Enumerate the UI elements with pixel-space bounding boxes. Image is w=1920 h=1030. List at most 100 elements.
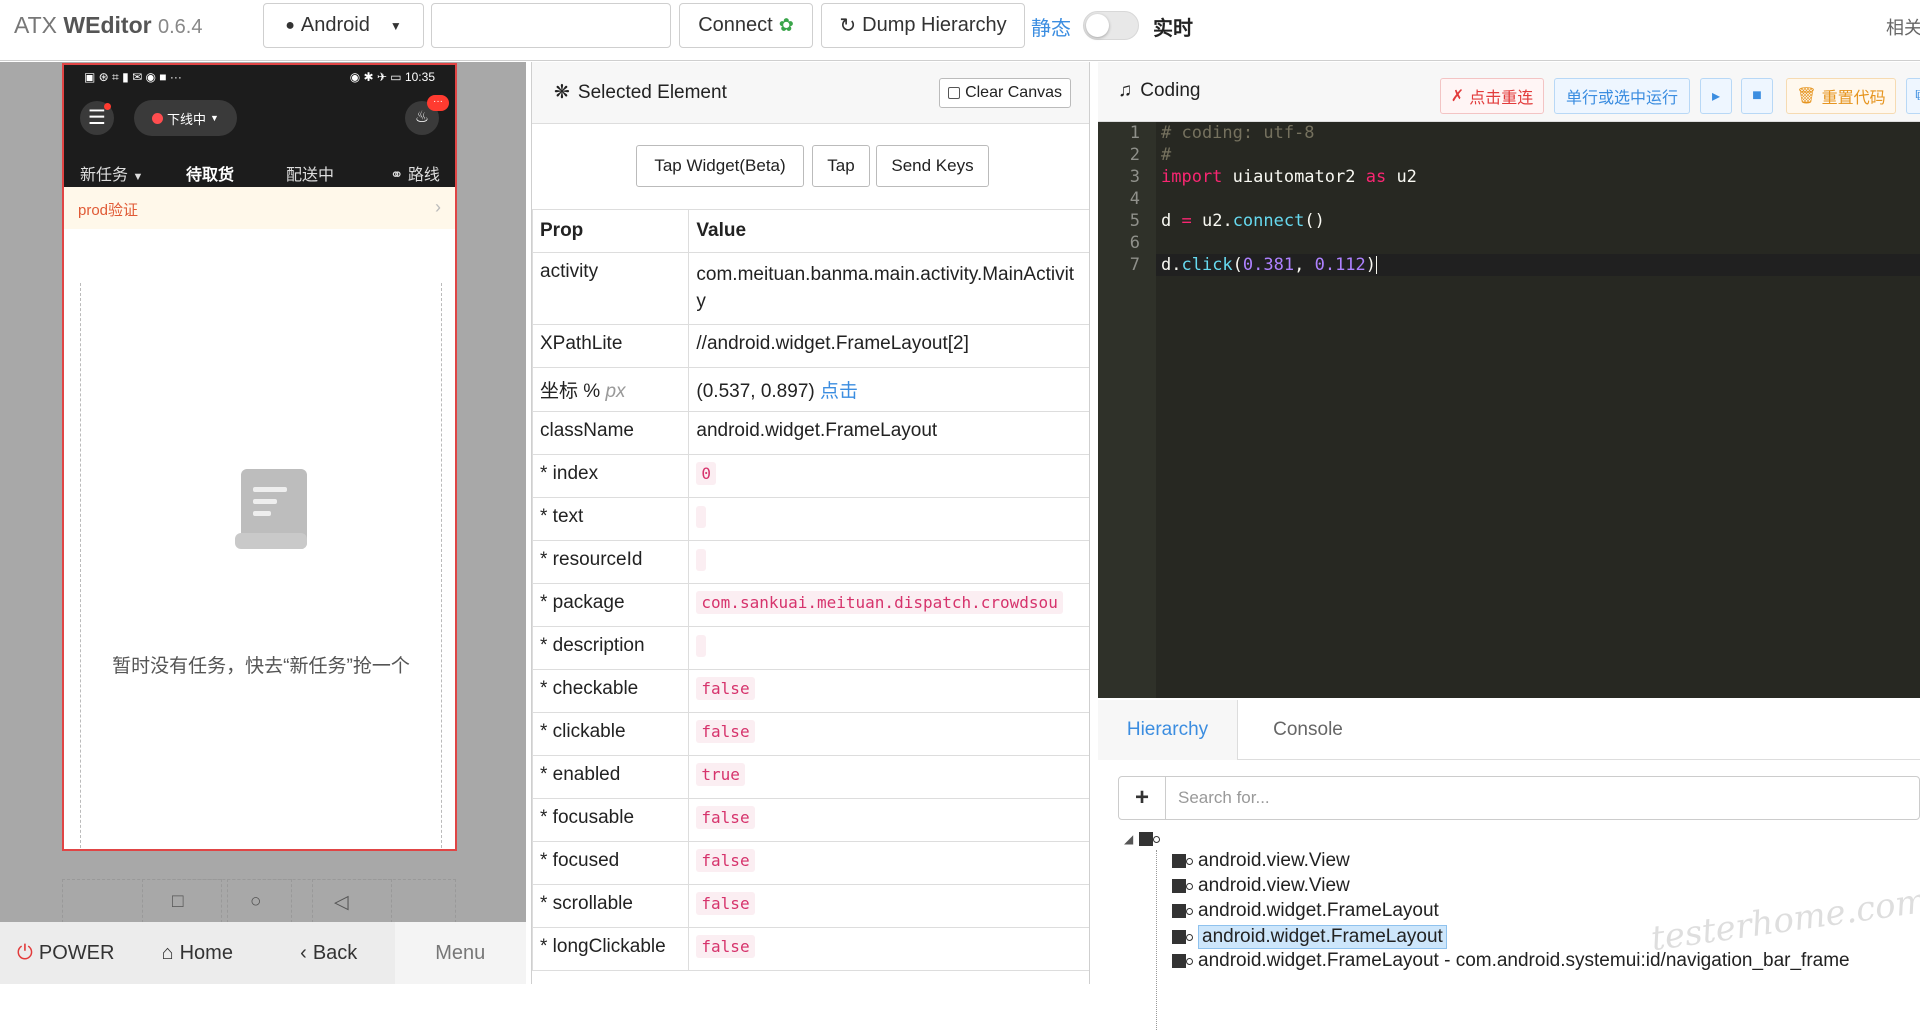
- phone-empty-area: 暂时没有任务，快去“新任务”抢一个: [80, 283, 442, 849]
- clear-canvas-button[interactable]: Clear Canvas: [939, 78, 1071, 108]
- phone-tab-new[interactable]: 新任务 ▼: [80, 161, 143, 185]
- table-row: * text: [532, 497, 1089, 541]
- phone-tab-pickup[interactable]: 待取货: [186, 161, 235, 195]
- code-operator: =: [1181, 211, 1192, 231]
- line-number: 7: [1129, 255, 1140, 275]
- tree-node[interactable]: android.widget.FrameLayout - com.android…: [1172, 950, 1850, 972]
- tree-node[interactable]: android.view.View: [1172, 875, 1350, 897]
- plus-icon[interactable]: +: [1119, 777, 1166, 819]
- prop-name-coord: 坐标 % px: [532, 367, 690, 412]
- nav-back-slot[interactable]: [312, 879, 392, 923]
- power-icon: ⏻: [17, 941, 33, 964]
- run-selection-button[interactable]: 单行或选中运行: [1554, 78, 1690, 114]
- table-row: * index 0: [532, 454, 1089, 498]
- tab-console[interactable]: Console: [1238, 700, 1378, 760]
- value-column-header: Value: [688, 209, 1089, 253]
- platform-select[interactable]: ● Android ▼: [263, 3, 424, 48]
- phone-tab-route[interactable]: ⚭ 路线: [390, 161, 440, 185]
- bell-badge: ···: [427, 95, 449, 111]
- live-mode-toggle[interactable]: [1083, 11, 1139, 40]
- mode-static-label: 静态: [1031, 18, 1071, 40]
- related-link[interactable]: 相关: [1886, 14, 1920, 40]
- home-button[interactable]: ⌂ Home: [131, 922, 263, 984]
- hierarchy-search-input[interactable]: Search for...: [1166, 777, 1919, 819]
- px-unit-toggle[interactable]: px: [605, 381, 625, 402]
- prop-column-header: Prop: [532, 209, 690, 253]
- click-coord-link[interactable]: 点击: [820, 381, 858, 402]
- prop-value: false: [696, 935, 755, 958]
- leaf-icon: ✿: [778, 15, 794, 35]
- code-token: (): [1304, 211, 1325, 231]
- back-button[interactable]: ‹ Back: [263, 922, 395, 984]
- chevron-right-icon: ›: [435, 197, 441, 217]
- table-row: * focused false: [532, 841, 1089, 885]
- code-number: 0.112: [1314, 255, 1366, 275]
- node-icon: [1172, 954, 1193, 968]
- prod-label: prod验证: [78, 202, 139, 219]
- code-editor[interactable]: 1 2 3 4 5 6 7 # coding: utf-8 # import u…: [1098, 122, 1920, 698]
- tree-node-selected[interactable]: android.widget.FrameLayout: [1172, 925, 1447, 949]
- prop-value-cell: false: [688, 669, 1089, 713]
- line-number: 6: [1129, 233, 1140, 253]
- code-comment: #: [1161, 145, 1172, 165]
- prop-name: * focusable: [532, 798, 690, 842]
- prop-value-cell: com.sankuai.meituan.dispatch.crowdsou: [688, 583, 1089, 627]
- tap-widget-button[interactable]: Tap Widget(Beta): [636, 145, 804, 187]
- phone-tab-delivering[interactable]: 配送中: [286, 161, 334, 185]
- prop-value: 0: [696, 462, 717, 485]
- hamburger-menu-icon[interactable]: ☰: [80, 101, 114, 135]
- tab-hierarchy[interactable]: Hierarchy: [1098, 700, 1238, 760]
- bell-icon[interactable]: ♨ ···: [405, 95, 449, 135]
- coding-title: ♫ Coding: [1118, 80, 1200, 102]
- prop-value: com.sankuai.meituan.dispatch.crowdsou: [696, 591, 1063, 614]
- reconnect-button[interactable]: ✗ 点击重连: [1440, 78, 1544, 114]
- connect-button[interactable]: Connect ✿: [679, 3, 813, 48]
- selected-element-title: ❋ Selected Element: [554, 81, 727, 104]
- copy-icon[interactable]: ⧉: [1906, 78, 1920, 114]
- phone-app-header: ☰ 下线中 ▼ ♨ ···: [64, 91, 455, 149]
- element-actions: Tap Widget(Beta) Tap Send Keys: [532, 145, 1089, 189]
- prod-env-banner[interactable]: prod验证 ›: [64, 187, 455, 229]
- line-number: 3: [1129, 167, 1140, 187]
- code-token: ,: [1294, 255, 1315, 275]
- prop-name: * enabled: [532, 755, 690, 799]
- tree-node[interactable]: android.widget.FrameLayout: [1172, 900, 1439, 922]
- collapse-toggle-icon: ◢: [1124, 832, 1134, 846]
- selected-element-title-text: Selected Element: [577, 81, 727, 103]
- prop-value-cell: [688, 497, 1089, 541]
- menu-label: Menu: [435, 941, 486, 964]
- table-row: * checkable false: [532, 669, 1089, 713]
- tree-node[interactable]: android.view.View: [1172, 850, 1350, 872]
- node-icon: [1172, 854, 1193, 868]
- connect-label: Connect: [698, 14, 773, 36]
- unlink-icon: ✗: [1450, 88, 1465, 105]
- line-number: 2: [1129, 145, 1140, 165]
- power-button[interactable]: ⏻ POWER: [0, 922, 132, 984]
- prop-value: com.meituan.banma.main.activity.MainActi…: [688, 252, 1089, 325]
- prop-value-cell: false: [688, 712, 1089, 756]
- status-icons-left: ▣ ⊛ ⌗ ▮ ✉ ◉ ■ ···: [84, 70, 182, 84]
- device-screenshot[interactable]: ▣ ⊛ ⌗ ▮ ✉ ◉ ■ ··· ◉ ✱ ✈ ▭ 10:35 ☰ 下线中 ▼ …: [62, 63, 457, 851]
- tree-root-node[interactable]: ◢: [1124, 832, 1161, 846]
- play-icon[interactable]: ▸: [1700, 78, 1732, 114]
- prop-value: android.widget.FrameLayout: [688, 411, 1089, 455]
- home-circle-icon: ○: [250, 891, 262, 912]
- clear-canvas-label: Clear Canvas: [965, 84, 1062, 101]
- menu-button[interactable]: Menu: [394, 922, 526, 984]
- node-icon: [1139, 832, 1161, 846]
- app-brand: ATX WEditor 0.6.4: [14, 12, 202, 39]
- reset-code-button[interactable]: 🗑 重置代码: [1786, 78, 1896, 114]
- prop-name: * text: [532, 497, 690, 541]
- text-cursor: [1376, 256, 1378, 274]
- code-token: uiautomator2: [1222, 167, 1366, 187]
- device-screen-panel: ▣ ⊛ ⌗ ▮ ✉ ◉ ■ ··· ◉ ✱ ✈ ▭ 10:35 ☰ 下线中 ▼ …: [0, 62, 526, 984]
- tap-button[interactable]: Tap: [812, 145, 870, 187]
- dump-hierarchy-button[interactable]: ↻ Dump Hierarchy: [821, 3, 1025, 48]
- table-row: * resourceId: [532, 540, 1089, 584]
- device-address-input[interactable]: [431, 3, 671, 48]
- hierarchy-search: + Search for...: [1118, 776, 1920, 820]
- stop-icon[interactable]: ■: [1741, 78, 1773, 114]
- table-row: * enabled true: [532, 755, 1089, 799]
- send-keys-button[interactable]: Send Keys: [876, 145, 989, 187]
- offline-status-pill[interactable]: 下线中 ▼: [134, 100, 237, 136]
